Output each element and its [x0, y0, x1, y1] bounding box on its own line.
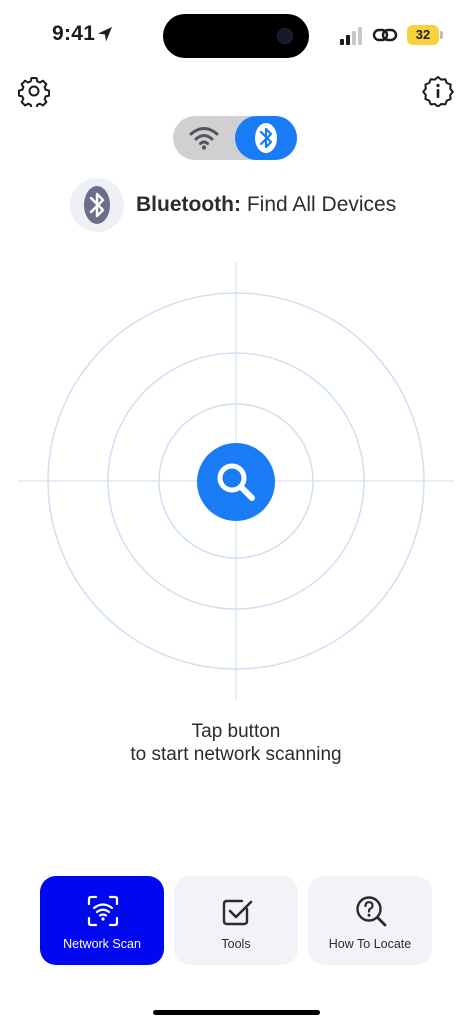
- camera-dot-icon: [277, 28, 293, 44]
- start-scan-button[interactable]: [197, 443, 275, 521]
- status-bar: 9:41 32: [0, 0, 472, 70]
- bluetooth-badge: [70, 178, 124, 232]
- location-arrow-icon: [98, 27, 112, 42]
- question-search-icon: [356, 896, 387, 927]
- tab-label: Tools: [221, 937, 251, 951]
- tab-label: Network Scan: [63, 937, 141, 951]
- mode-heading: Bluetooth: Find All Devices: [70, 178, 396, 232]
- info-badge-icon[interactable]: [422, 75, 454, 107]
- tab-bar: Network Scan Tools How To Locate: [40, 876, 432, 965]
- hint-line-1: Tap button: [191, 721, 281, 742]
- bluetooth-icon: [84, 186, 110, 224]
- tab-network-scan[interactable]: Network Scan: [40, 876, 164, 965]
- scan-hint: Tap button to start network scanning: [0, 720, 472, 766]
- tab-how-to-locate[interactable]: How To Locate: [308, 876, 432, 965]
- wifi-toggle-option[interactable]: [173, 116, 235, 160]
- mode-title: Bluetooth: Find All Devices: [136, 193, 396, 217]
- personal-hotspot-icon: [372, 28, 398, 42]
- search-icon: [217, 463, 255, 501]
- scan-mode-toggle[interactable]: [173, 116, 297, 160]
- gear-icon[interactable]: [18, 75, 50, 107]
- tab-tools[interactable]: Tools: [174, 876, 298, 965]
- mode-title-text: Find All Devices: [246, 193, 397, 216]
- bluetooth-icon: [255, 123, 277, 153]
- mode-label: Bluetooth:: [136, 193, 241, 216]
- dynamic-island: [163, 14, 309, 58]
- wifi-icon: [189, 127, 219, 150]
- checkbox-icon: [222, 899, 253, 926]
- tab-label: How To Locate: [328, 937, 412, 951]
- status-time: 9:41: [52, 22, 96, 45]
- bluetooth-toggle-option[interactable]: [235, 116, 297, 160]
- network-scan-icon: [87, 895, 119, 927]
- home-indicator[interactable]: [153, 1010, 320, 1015]
- battery-level: 32: [407, 25, 439, 45]
- battery-tip: [440, 31, 443, 39]
- cellular-signal-icon: [340, 27, 362, 45]
- hint-line-2: to start network scanning: [130, 744, 342, 765]
